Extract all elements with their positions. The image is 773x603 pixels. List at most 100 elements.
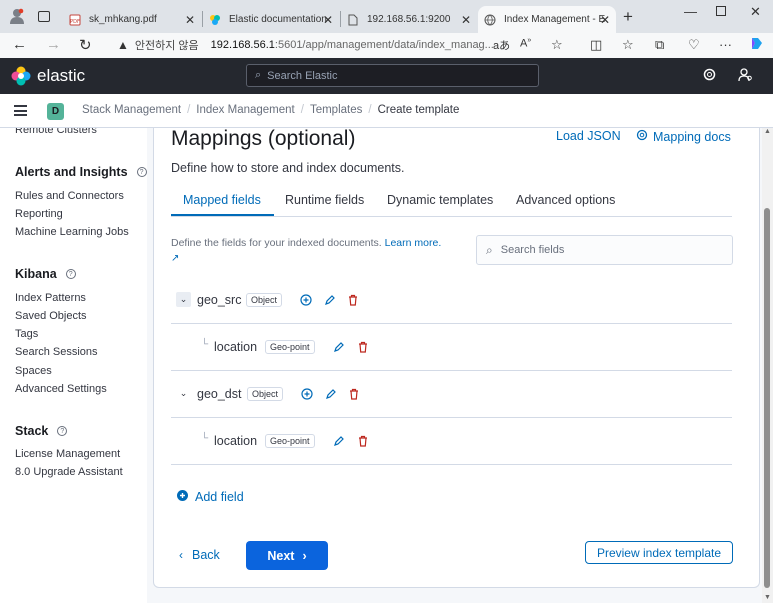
- sidebar-item-advanced-settings[interactable]: Advanced Settings: [15, 383, 107, 395]
- tab-dynamic-templates[interactable]: Dynamic templates: [387, 193, 493, 207]
- breadcrumb-separator: /: [300, 104, 304, 116]
- delete-trash-icon[interactable]: [348, 387, 360, 405]
- sidebar-item-spaces[interactable]: Spaces: [15, 365, 52, 377]
- favorites-list-icon[interactable]: ☆: [622, 37, 634, 53]
- close-tab-icon[interactable]: ✕: [323, 13, 333, 27]
- menu-hamburger-icon[interactable]: [14, 105, 27, 116]
- delete-trash-icon[interactable]: [357, 434, 369, 452]
- search-icon: ⌕: [486, 242, 493, 257]
- browser-tab-bar: PDF sk_mhkang.pdf ✕ Elastic documentatio…: [0, 0, 773, 33]
- profile-icon[interactable]: [10, 8, 24, 24]
- sidebar-item-reporting[interactable]: Reporting: [15, 208, 63, 220]
- user-menu-icon[interactable]: [738, 68, 752, 85]
- close-tab-icon[interactable]: ✕: [600, 13, 610, 27]
- text-size-icon[interactable]: A»: [520, 37, 531, 50]
- mapping-docs-label: Mapping docs: [653, 129, 731, 144]
- collapse-chevron-icon[interactable]: ⌄: [176, 386, 191, 401]
- next-button[interactable]: Next ›: [246, 541, 328, 570]
- delete-trash-icon[interactable]: [357, 340, 369, 358]
- tab-label: Elastic documentation: [229, 14, 327, 25]
- help-question-icon[interactable]: ?: [65, 269, 76, 279]
- mapping-docs-link[interactable]: Mapping docs: [636, 129, 731, 144]
- elastic-logo-icon: [11, 66, 31, 86]
- browser-tab-index-management[interactable]: Index Management - E ✕: [478, 6, 616, 33]
- sidebar-item-search-sessions[interactable]: Search Sessions: [15, 346, 98, 358]
- read-aloud-icon[interactable]: aあ: [493, 37, 510, 53]
- reload-icon[interactable]: ↻: [79, 36, 92, 54]
- back-label: Back: [192, 548, 220, 562]
- load-json-link[interactable]: Load JSON: [556, 129, 621, 143]
- sidebar-item-upgrade-assistant[interactable]: 8.0 Upgrade Assistant: [15, 466, 123, 478]
- breadcrumb-templates[interactable]: Templates: [310, 104, 362, 116]
- next-label: Next: [267, 548, 295, 563]
- field-name: location: [214, 434, 258, 448]
- new-tab-icon[interactable]: +: [623, 7, 633, 27]
- tab-actions-icon[interactable]: [38, 11, 50, 22]
- scroll-up-icon[interactable]: ▲: [764, 128, 771, 135]
- sidebar-item-rules-connectors[interactable]: Rules and Connectors: [15, 190, 124, 202]
- favorite-star-icon[interactable]: ☆: [551, 37, 563, 53]
- sidebar-item-saved-objects[interactable]: Saved Objects: [15, 310, 87, 322]
- close-tab-icon[interactable]: ✕: [461, 13, 471, 27]
- sidebar-item-tags[interactable]: Tags: [15, 328, 38, 340]
- scrollbar-thumb[interactable]: [764, 208, 770, 588]
- split-screen-icon[interactable]: ◫: [590, 37, 602, 53]
- field-row-geo-dst: ⌄ geo_dst Object: [171, 371, 732, 418]
- learn-more-link[interactable]: Learn more.: [385, 237, 442, 249]
- field-type-badge: Object: [247, 387, 284, 401]
- collections-icon[interactable]: ⧉: [655, 37, 664, 53]
- search-fields-input[interactable]: ⌕ Search fields: [476, 235, 733, 265]
- browser-essentials-icon[interactable]: ♡: [688, 37, 700, 53]
- management-sidebar: Remote Clusters Alerts and Insights ? Ru…: [0, 128, 147, 603]
- forward-arrow-icon[interactable]: →: [46, 36, 61, 53]
- browser-tab-pdf[interactable]: PDF sk_mhkang.pdf ✕: [63, 6, 201, 33]
- help-menu-icon[interactable]: [703, 68, 716, 84]
- add-property-icon[interactable]: [301, 387, 313, 405]
- docs-icon: [636, 129, 648, 144]
- globe-icon: [484, 14, 496, 26]
- sidebar-group-alerts: Alerts and Insights ?: [15, 165, 147, 179]
- more-menu-icon[interactable]: ···: [719, 37, 732, 52]
- warning-icon: ▲: [117, 38, 129, 52]
- close-tab-icon[interactable]: ✕: [185, 13, 195, 27]
- page-icon: [347, 14, 359, 26]
- add-property-icon[interactable]: [300, 293, 312, 311]
- edit-pencil-icon[interactable]: [324, 293, 336, 311]
- browser-tab-elastic-docs[interactable]: Elastic documentation ✕: [203, 6, 339, 33]
- delete-trash-icon[interactable]: [347, 293, 359, 311]
- elastic-logo[interactable]: elastic: [11, 66, 85, 86]
- help-question-icon[interactable]: ?: [57, 426, 68, 436]
- tab-runtime-fields[interactable]: Runtime fields: [285, 193, 364, 207]
- edit-pencil-icon[interactable]: [333, 340, 345, 358]
- sidebar-item-remote-clusters[interactable]: Remote Clusters: [15, 128, 97, 136]
- help-question-icon[interactable]: ?: [136, 167, 147, 177]
- sidebar-item-license-management[interactable]: License Management: [15, 448, 120, 460]
- close-window-icon[interactable]: ✕: [750, 4, 761, 20]
- chevron-left-icon: ‹: [179, 548, 183, 562]
- logo-text: elastic: [37, 66, 86, 85]
- breadcrumb-stack-management[interactable]: Stack Management: [82, 104, 181, 116]
- space-avatar[interactable]: D: [47, 103, 64, 120]
- maximize-icon[interactable]: [716, 6, 726, 16]
- sidebar-item-index-patterns[interactable]: Index Patterns: [15, 292, 86, 304]
- tab-selected-underline: [171, 214, 274, 216]
- tab-mapped-fields[interactable]: Mapped fields: [183, 193, 261, 207]
- scroll-down-icon[interactable]: ▼: [764, 594, 771, 601]
- minimize-icon[interactable]: —: [684, 4, 697, 19]
- browser-tab-es-host[interactable]: 192.168.56.1:9200 ✕: [341, 6, 477, 33]
- back-button[interactable]: ‹ Back: [179, 548, 220, 562]
- tab-advanced-options[interactable]: Advanced options: [516, 193, 615, 207]
- add-field-button[interactable]: Add field: [177, 490, 244, 504]
- tree-connector: └: [201, 339, 209, 350]
- sidebar-item-ml-jobs[interactable]: Machine Learning Jobs: [15, 226, 129, 238]
- url-host: 192.168.56.1: [210, 39, 275, 51]
- back-arrow-icon[interactable]: ←: [12, 36, 27, 53]
- preview-index-template-button[interactable]: Preview index template: [585, 541, 733, 564]
- edit-pencil-icon[interactable]: [333, 434, 345, 452]
- breadcrumb-index-management[interactable]: Index Management: [196, 104, 294, 116]
- collapse-chevron-icon[interactable]: ⌄: [176, 292, 191, 307]
- edit-pencil-icon[interactable]: [325, 387, 337, 405]
- global-search-input[interactable]: ⌕ Search Elastic: [246, 64, 539, 87]
- copilot-icon[interactable]: [749, 36, 764, 54]
- breadcrumb-separator: /: [368, 104, 372, 116]
